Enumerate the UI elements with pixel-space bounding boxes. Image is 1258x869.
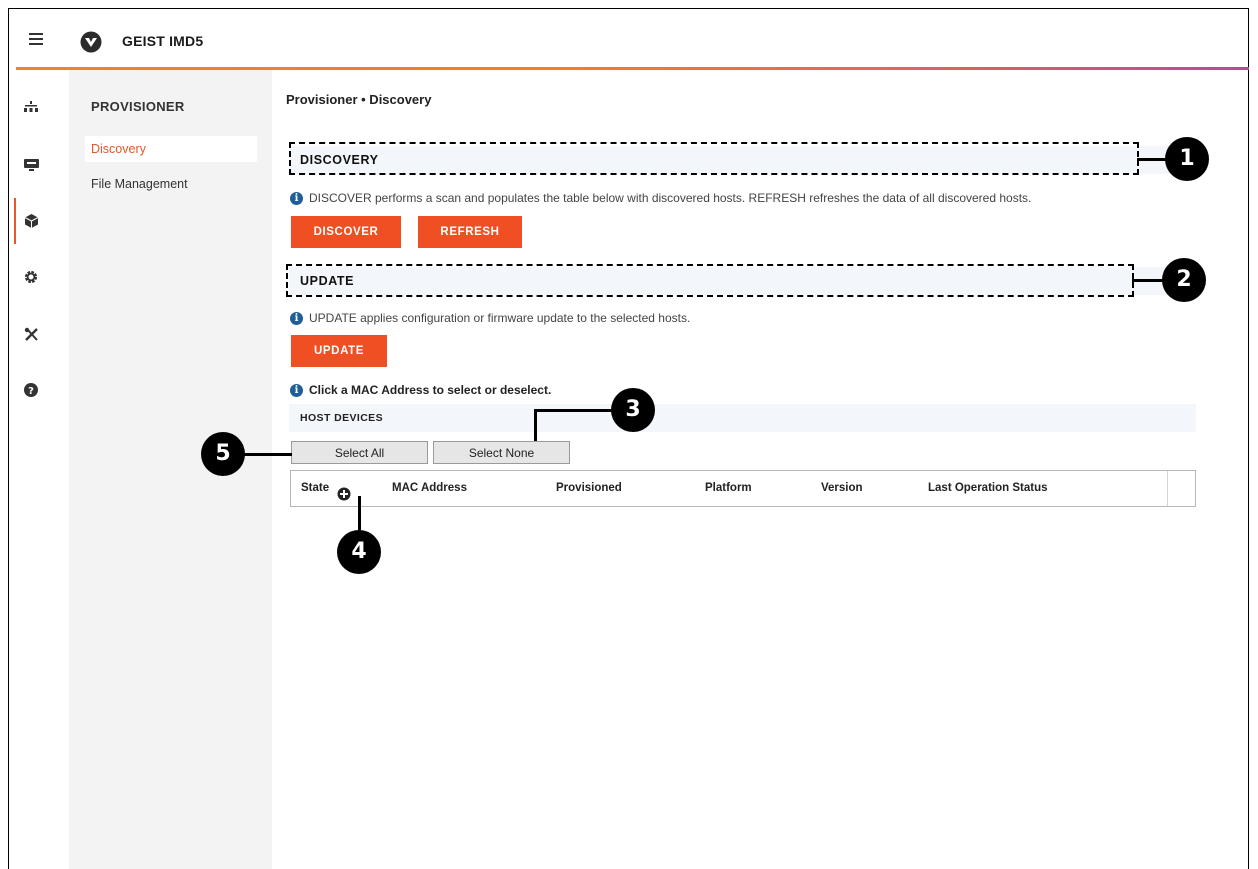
column-header-provisioned[interactable]: Provisioned xyxy=(556,471,622,506)
icon-rail xyxy=(9,70,69,869)
help-icon[interactable]: ? xyxy=(22,381,40,399)
network-tree-icon[interactable] xyxy=(22,98,40,116)
sidebar-item-discovery[interactable]: Discovery xyxy=(85,136,257,162)
expand-all-icon[interactable] xyxy=(337,481,351,501)
info-icon: i xyxy=(290,191,303,205)
annotation-box-discovery xyxy=(289,142,1139,175)
select-none-button[interactable]: Select None xyxy=(433,441,570,464)
discovery-info: i DISCOVER performs a scan and populates… xyxy=(290,191,1031,205)
app-title: GEIST IMD5 xyxy=(122,33,204,49)
sidebar: PROVISIONER Discovery File Management xyxy=(69,70,272,869)
leader-line-4 xyxy=(358,496,361,530)
annotation-box-update xyxy=(286,264,1134,297)
leader-line-3 xyxy=(534,409,614,412)
column-header-last-operation-status[interactable]: Last Operation Status xyxy=(928,471,1048,506)
host-devices-header: HOST DEVICES xyxy=(289,404,1196,432)
mac-select-note: i Click a MAC Address to select or desel… xyxy=(290,383,551,397)
breadcrumb: Provisioner • Discovery xyxy=(286,92,432,107)
update-info-text: UPDATE applies configuration or firmware… xyxy=(309,311,691,325)
column-header-state[interactable]: State xyxy=(301,471,329,506)
info-icon: i xyxy=(290,311,303,325)
callout-5: 5 xyxy=(201,432,245,476)
hamburger-menu-icon[interactable] xyxy=(29,33,43,45)
sidebar-item-file-management[interactable]: File Management xyxy=(85,171,257,197)
tools-icon[interactable] xyxy=(22,325,40,343)
refresh-button[interactable]: REFRESH xyxy=(418,216,522,248)
update-info: i UPDATE applies configuration or firmwa… xyxy=(290,311,690,325)
gear-icon[interactable] xyxy=(22,268,40,286)
column-header-platform[interactable]: Platform xyxy=(705,471,752,506)
rail-active-indicator xyxy=(14,198,16,244)
callout-1: 1 xyxy=(1165,137,1209,181)
discover-button[interactable]: DISCOVER xyxy=(291,216,401,248)
callout-3: 3 xyxy=(611,388,655,432)
monitor-icon[interactable] xyxy=(22,156,40,174)
mac-select-note-text: Click a MAC Address to select or deselec… xyxy=(309,383,552,397)
sidebar-title: PROVISIONER xyxy=(91,99,185,114)
column-separator xyxy=(1167,471,1168,506)
callout-4: 4 xyxy=(337,530,381,574)
vertiv-logo-icon xyxy=(80,31,102,53)
discovery-info-text: DISCOVER performs a scan and populates t… xyxy=(309,191,1032,205)
leader-line-5 xyxy=(244,453,292,456)
update-button[interactable]: UPDATE xyxy=(291,335,387,367)
select-all-button[interactable]: Select All xyxy=(291,441,428,464)
cube-icon[interactable] xyxy=(22,212,40,230)
leader-line-1 xyxy=(1137,158,1167,161)
callout-2: 2 xyxy=(1162,258,1206,302)
host-devices-table: State MAC Address Provisioned Platform V… xyxy=(290,470,1196,507)
leader-line-3-vertical xyxy=(534,409,537,441)
column-header-version[interactable]: Version xyxy=(821,471,863,506)
info-icon: i xyxy=(290,383,303,397)
leader-line-2 xyxy=(1132,279,1164,282)
column-header-mac-address[interactable]: MAC Address xyxy=(392,471,467,506)
svg-text:?: ? xyxy=(28,386,34,397)
